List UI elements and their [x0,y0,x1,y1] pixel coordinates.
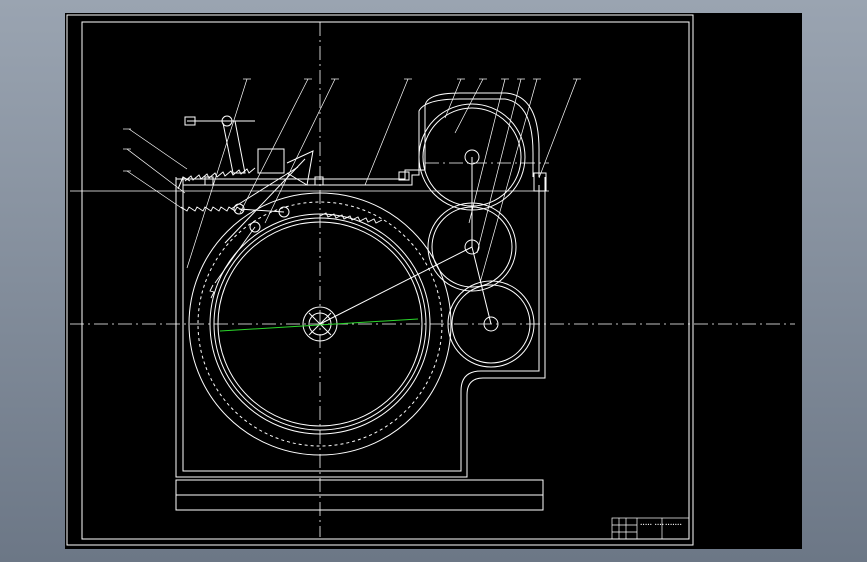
machine-housing [175,92,546,511]
title-block-label-2: ••••••• [665,522,682,527]
center-lines [70,22,795,537]
gear-train [319,103,535,368]
springs [180,167,383,299]
highlight-line [219,318,419,332]
drawing-border [66,14,694,546]
title-block-label-1: ••••• •••• [640,522,664,527]
leader-lines [126,78,578,284]
cad-model-viewport[interactable]: ••••• •••• ••••••• [65,13,802,549]
cad-drawing-canvas[interactable]: ••••• •••• ••••••• [65,13,802,549]
